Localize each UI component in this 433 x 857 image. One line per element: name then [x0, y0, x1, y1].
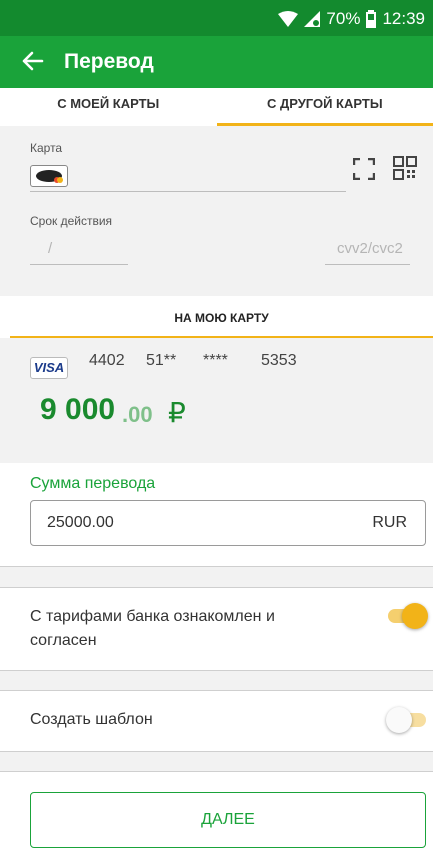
status-bar: 70% 12:39 — [0, 0, 433, 36]
world-card-icon — [30, 165, 68, 187]
amount-currency: RUR — [372, 514, 407, 531]
tab-from-other-card[interactable]: С ДРУГОЙ КАРТЫ — [216, 88, 433, 126]
to-my-card-tab[interactable]: НА МОЮ КАРТУ — [10, 296, 433, 338]
card-number-part-3: **** — [203, 352, 228, 369]
card-number-part-2: 51** — [146, 352, 177, 369]
signal-icon — [304, 11, 321, 27]
expiry-label: Срок действия — [30, 214, 113, 228]
scan-card-icon[interactable] — [352, 157, 376, 181]
card-number-input[interactable] — [30, 191, 346, 192]
tab-from-my-card[interactable]: С МОЕЙ КАРТЫ — [0, 88, 217, 126]
amount-label: Сумма перевода — [30, 475, 156, 492]
balance-decimal: .00 — [122, 402, 153, 427]
qr-code-icon[interactable] — [393, 156, 417, 180]
cvv-placeholder: cvv2/cvc2 — [337, 240, 403, 257]
card-label: Карта — [30, 141, 63, 155]
expiry-input[interactable] — [30, 264, 128, 265]
amount-input[interactable]: 25000.00 RUR — [30, 500, 426, 546]
amount-value: 25000.00 — [47, 514, 114, 531]
page-title: Перевод — [64, 50, 154, 73]
app-bar: Перевод — [0, 36, 433, 88]
status-icons: 70% 12:39 — [278, 9, 425, 29]
card-number-part-4: 5353 — [261, 352, 297, 369]
clock: 12:39 — [382, 9, 425, 28]
back-arrow-icon[interactable] — [18, 46, 48, 76]
agreement-toggle[interactable] — [386, 603, 428, 629]
separator — [0, 751, 433, 772]
next-button[interactable]: ДАЛЕЕ — [30, 792, 426, 848]
card-entry-section — [0, 126, 433, 296]
ruble-sign: ₽ — [168, 397, 186, 428]
template-toggle[interactable] — [386, 707, 428, 733]
expiry-placeholder: / — [48, 240, 53, 257]
source-tabs: С МОЕЙ КАРТЫ С ДРУГОЙ КАРТЫ — [0, 88, 433, 126]
separator — [0, 670, 433, 691]
battery-percent: 70% — [326, 9, 361, 28]
battery-icon — [366, 10, 377, 28]
balance-integer: 9 000 — [40, 393, 116, 426]
template-label: Создать шаблон — [30, 711, 153, 728]
separator — [0, 566, 433, 588]
agreement-label: С тарифами банка ознакомлен и согласен — [30, 608, 275, 649]
wifi-icon — [278, 11, 299, 27]
card-number-part-1: 4402 — [89, 352, 125, 369]
cvv-input[interactable] — [325, 264, 410, 265]
visa-logo-icon: VISA — [30, 357, 68, 379]
